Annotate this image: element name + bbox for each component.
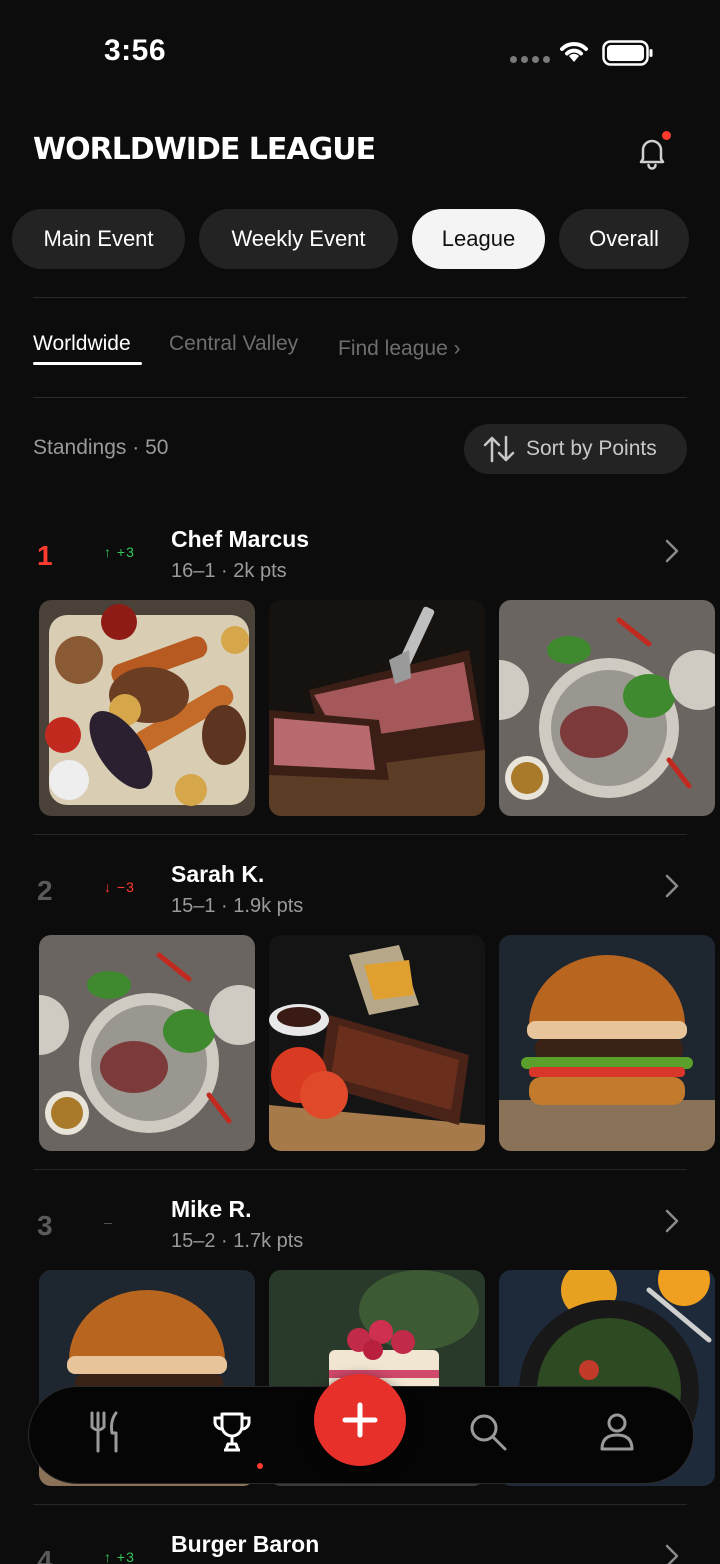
tab-overall[interactable]: Overall bbox=[559, 209, 689, 269]
standings-count: Standings · 50 bbox=[33, 436, 169, 459]
divider bbox=[33, 297, 687, 298]
notification-dot bbox=[662, 131, 671, 140]
tab-league[interactable]: League bbox=[412, 209, 545, 269]
rank-number: 2 bbox=[37, 875, 53, 906]
divider bbox=[33, 397, 687, 398]
divider bbox=[33, 834, 687, 835]
rank-change: ↑ +3 bbox=[104, 544, 135, 560]
active-tab-dot bbox=[257, 1463, 263, 1469]
trophy-icon[interactable] bbox=[209, 1409, 255, 1455]
add-post-button[interactable] bbox=[314, 1374, 406, 1466]
player-record: 15–2 · 1.7k pts bbox=[171, 1230, 304, 1252]
search-icon[interactable] bbox=[465, 1409, 511, 1455]
divider bbox=[33, 1504, 687, 1505]
chevron-right-icon[interactable] bbox=[662, 538, 682, 564]
food-photo-grilled-platter[interactable] bbox=[39, 600, 255, 816]
player-name: Chef Marcus bbox=[171, 526, 310, 552]
rank-number: 3 bbox=[37, 1210, 53, 1241]
player-name: Sarah K. bbox=[171, 861, 265, 887]
tab-main-event[interactable]: Main Event bbox=[12, 209, 185, 269]
tab-weekly-event[interactable]: Weekly Event bbox=[199, 209, 398, 269]
divider bbox=[33, 1169, 687, 1170]
event-tabs: Main Event Weekly Event League Overall bbox=[12, 209, 689, 269]
rank-change: – bbox=[104, 1214, 113, 1230]
rank-change: ↑ +3 bbox=[104, 1549, 135, 1564]
chevron-right-icon[interactable] bbox=[662, 1208, 682, 1234]
player-record: 16–1 · 2k pts bbox=[171, 560, 287, 582]
food-photo-cheeseburger[interactable] bbox=[499, 935, 715, 1151]
rank-number: 1 bbox=[37, 540, 53, 571]
status-time: 3:56 bbox=[104, 34, 167, 67]
page-title: WORLDWIDE LEAGUE bbox=[33, 132, 376, 167]
rank-change: ↓ −3 bbox=[104, 879, 135, 895]
leaderboard-entry[interactable]: 1 ↑ +3 Chef Marcus 16–1 · 2k pts bbox=[0, 522, 720, 837]
active-tab-indicator bbox=[33, 362, 142, 365]
player-name: Mike R. bbox=[171, 1196, 252, 1222]
fork-knife-icon[interactable] bbox=[82, 1409, 128, 1455]
sort-arrows-icon bbox=[483, 435, 515, 463]
leaderboard-entry[interactable]: 2 ↓ −3 Sarah K. 15–1 · 1.9k pts bbox=[0, 857, 720, 1172]
food-photo-steak-salad-plate[interactable] bbox=[39, 935, 255, 1151]
battery-icon bbox=[602, 40, 653, 66]
food-photo-bbq-ribs[interactable] bbox=[269, 935, 485, 1151]
sort-label: Sort by Points bbox=[526, 437, 657, 460]
tab-central-valley[interactable]: Central Valley bbox=[169, 332, 298, 356]
wifi-icon bbox=[560, 42, 588, 62]
profile-icon[interactable] bbox=[594, 1409, 640, 1455]
player-record: 15–1 · 1.9k pts bbox=[171, 895, 304, 917]
sort-button[interactable]: Sort by Points bbox=[464, 424, 687, 474]
player-name: Burger Baron bbox=[171, 1531, 320, 1557]
plus-icon bbox=[342, 1402, 378, 1438]
tab-worldwide[interactable]: Worldwide bbox=[33, 332, 131, 356]
find-league-link[interactable]: Find league › bbox=[338, 337, 461, 361]
status-bar: 3:56 bbox=[0, 0, 720, 100]
food-photo-steak-salad-plate[interactable] bbox=[499, 600, 715, 816]
cellular-signal-icon bbox=[510, 56, 550, 63]
leaderboard-entry[interactable]: 4 ↑ +3 Burger Baron bbox=[0, 1527, 720, 1564]
food-photo-sliced-steak[interactable] bbox=[269, 600, 485, 816]
rank-number: 4 bbox=[37, 1545, 53, 1564]
chevron-right-icon[interactable] bbox=[662, 873, 682, 899]
chevron-right-icon[interactable] bbox=[662, 1543, 682, 1564]
